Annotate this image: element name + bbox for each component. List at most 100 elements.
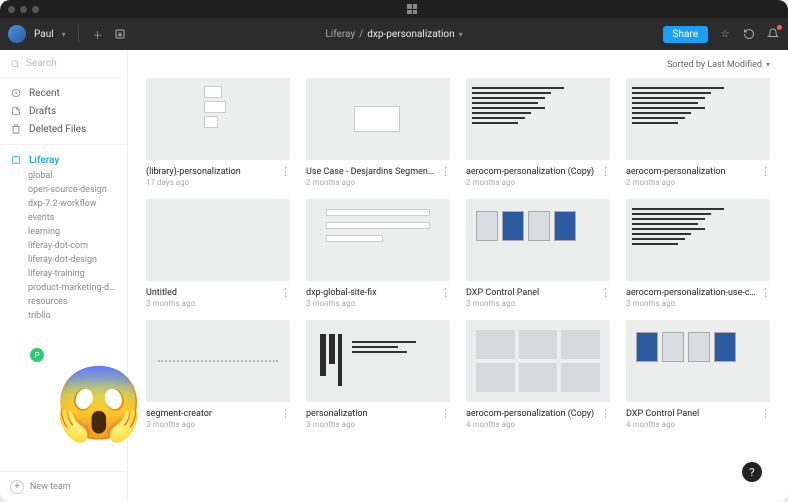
file-time: 3 months ago bbox=[146, 420, 290, 429]
file-card[interactable]: aerocom-personalization (Copy) ⋮ 2 months… bbox=[466, 78, 610, 187]
file-thumbnail bbox=[306, 320, 450, 402]
sidebar-item-label: Recent bbox=[29, 88, 60, 99]
search-placeholder: Search bbox=[26, 58, 57, 69]
window-grid-icon[interactable] bbox=[407, 4, 417, 14]
kebab-icon[interactable]: ⋮ bbox=[600, 407, 610, 420]
traffic-light-max[interactable] bbox=[32, 6, 39, 13]
file-title: aerocom-personalization (Copy) bbox=[466, 167, 594, 177]
sidebar-project[interactable]: dxp-7.2-workflow bbox=[0, 197, 127, 211]
breadcrumb-team[interactable]: Liferay bbox=[325, 29, 355, 40]
divider bbox=[78, 25, 79, 43]
file-thumbnail bbox=[306, 199, 450, 281]
body: Search Recent Drafts Deleted Files bbox=[0, 50, 788, 502]
plus-circle-icon: + bbox=[10, 480, 24, 494]
share-button[interactable]: Share bbox=[663, 26, 708, 43]
sidebar-personal: Recent Drafts Deleted Files bbox=[0, 78, 127, 144]
kebab-icon[interactable]: ⋮ bbox=[280, 165, 290, 178]
chevron-down-icon[interactable]: ▾ bbox=[62, 30, 66, 39]
chevron-down-icon[interactable]: ▾ bbox=[766, 60, 770, 70]
file-time: 3 months ago bbox=[306, 420, 450, 429]
file-time: 2 months ago bbox=[306, 178, 450, 187]
file-title: DXP Control Panel bbox=[466, 288, 539, 298]
file-thumbnail bbox=[146, 320, 290, 402]
clock-icon bbox=[10, 87, 22, 99]
sidebar-item-deleted[interactable]: Deleted Files bbox=[0, 120, 127, 138]
sidebar-project[interactable]: product-marketing-demos bbox=[0, 281, 127, 295]
file-thumbnail bbox=[146, 78, 290, 160]
kebab-icon[interactable]: ⋮ bbox=[280, 407, 290, 420]
file-card[interactable]: aerocom-personalization-use-cases...⋮ 3 … bbox=[626, 199, 770, 308]
sidebar-item-drafts[interactable]: Drafts bbox=[0, 102, 127, 120]
kebab-icon[interactable]: ⋮ bbox=[760, 407, 770, 420]
sidebar-item-recent[interactable]: Recent bbox=[0, 84, 127, 102]
file-card[interactable]: (library)-personalization ⋮ 17 days ago bbox=[146, 78, 290, 187]
file-time: 3 months ago bbox=[306, 299, 450, 308]
kebab-icon[interactable]: ⋮ bbox=[600, 165, 610, 178]
file-card[interactable]: dxp-global-site-fix⋮ 3 months ago bbox=[306, 199, 450, 308]
file-title: Use Case - Desjardins Segmentation bbox=[306, 167, 436, 177]
sidebar-item-label: Deleted Files bbox=[29, 124, 86, 135]
main-content: Sorted by Last Modified ▾ (library)-pers… bbox=[128, 50, 788, 502]
sort-label: Sorted by Last Modified bbox=[667, 60, 762, 70]
team-icon bbox=[10, 154, 22, 166]
topbar-right: Share ☆ bbox=[663, 26, 780, 43]
file-card[interactable]: DXP Control Panel⋮ 3 months ago bbox=[466, 199, 610, 308]
file-title: (library)-personalization bbox=[146, 167, 241, 177]
sidebar-project[interactable]: learning bbox=[0, 225, 127, 239]
file-title: aerocom-personalization-use-cases... bbox=[626, 288, 756, 298]
sidebar-project[interactable]: liferay-dot-design bbox=[0, 253, 127, 267]
file-card[interactable]: aerocom-personalization (Copy)⋮ 4 months… bbox=[466, 320, 610, 429]
kebab-icon[interactable]: ⋮ bbox=[760, 286, 770, 299]
file-card[interactable]: DXP Control Panel ⋮ 4 months ago bbox=[626, 320, 770, 429]
file-title: aerocom-personalization bbox=[626, 167, 725, 177]
sidebar-project[interactable]: global bbox=[0, 169, 127, 183]
sidebar-project[interactable]: liferay-training bbox=[0, 267, 127, 281]
sidebar-new-team-label: New team bbox=[30, 482, 71, 492]
file-thumbnail bbox=[466, 78, 610, 160]
traffic-light-close[interactable] bbox=[8, 6, 15, 13]
help-button[interactable]: ? bbox=[742, 462, 762, 482]
breadcrumb-project[interactable]: dxp-personalization bbox=[367, 29, 454, 40]
file-time: 4 months ago bbox=[626, 420, 770, 429]
file-card[interactable]: personalization⋮ 3 months ago bbox=[306, 320, 450, 429]
kebab-icon[interactable]: ⋮ bbox=[440, 286, 450, 299]
file-title: DXP Control Panel bbox=[626, 409, 699, 419]
chevron-down-icon[interactable]: ▾ bbox=[459, 30, 463, 39]
file-thumbnail bbox=[626, 320, 770, 402]
sidebar-project[interactable]: open-source-design bbox=[0, 183, 127, 197]
file-time: 2 months ago bbox=[466, 178, 610, 187]
search-input[interactable]: Search bbox=[0, 50, 127, 78]
import-icon[interactable] bbox=[113, 27, 127, 41]
file-card[interactable]: aerocom-personalization ⋮ 2 months ago bbox=[626, 78, 770, 187]
sidebar-item-team[interactable]: Liferay bbox=[0, 151, 127, 169]
file-card[interactable]: Use Case - Desjardins Segmentation ⋮ 2 mo… bbox=[306, 78, 450, 187]
user-avatar[interactable] bbox=[8, 25, 26, 43]
kebab-icon[interactable]: ⋮ bbox=[440, 407, 450, 420]
file-card[interactable]: Untitled⋮ 3 months ago bbox=[146, 199, 290, 308]
presence-indicator: P bbox=[30, 348, 44, 362]
sidebar-project[interactable]: triblio bbox=[0, 309, 127, 323]
kebab-icon[interactable]: ⋮ bbox=[760, 165, 770, 178]
file-icon bbox=[10, 105, 22, 117]
file-time: 2 months ago bbox=[626, 178, 770, 187]
plus-icon[interactable]: ＋ bbox=[91, 27, 105, 41]
sidebar-team-section: Liferay global open-source-design dxp-7.… bbox=[0, 144, 127, 329]
sort-control[interactable]: Sorted by Last Modified ▾ bbox=[146, 58, 770, 78]
sidebar-project[interactable]: resources bbox=[0, 295, 127, 309]
kebab-icon[interactable]: ⋮ bbox=[600, 286, 610, 299]
file-card[interactable]: segment-creator⋮ 3 months ago bbox=[146, 320, 290, 429]
kebab-icon[interactable]: ⋮ bbox=[440, 165, 450, 178]
breadcrumb[interactable]: Liferay / dxp-personalization ▾ bbox=[325, 29, 462, 40]
bell-icon[interactable] bbox=[766, 27, 780, 41]
history-icon[interactable] bbox=[742, 27, 756, 41]
kebab-icon[interactable]: ⋮ bbox=[280, 286, 290, 299]
traffic-light-min[interactable] bbox=[20, 6, 27, 13]
file-thumbnail bbox=[146, 199, 290, 281]
file-time: 17 days ago bbox=[146, 178, 290, 187]
user-name[interactable]: Paul bbox=[34, 29, 54, 40]
file-thumbnail bbox=[466, 320, 610, 402]
sidebar-new-team[interactable]: + New team bbox=[0, 471, 127, 502]
sidebar-project[interactable]: liferay-dot-com bbox=[0, 239, 127, 253]
star-icon[interactable]: ☆ bbox=[718, 27, 732, 41]
sidebar-project[interactable]: events bbox=[0, 211, 127, 225]
